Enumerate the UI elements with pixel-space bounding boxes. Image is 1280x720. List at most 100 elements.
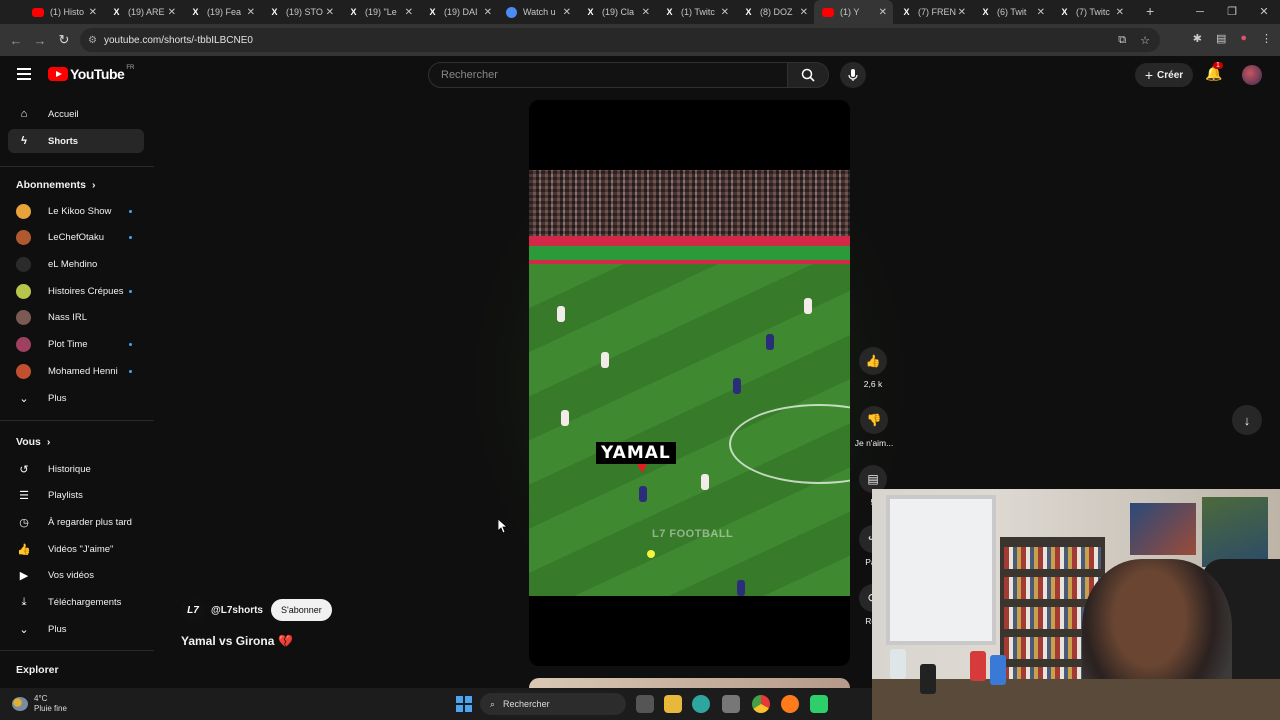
subscription-item[interactable]: LeChefOtaku	[8, 226, 144, 250]
account-avatar[interactable]	[1242, 65, 1262, 85]
file-explorer-icon[interactable]	[664, 695, 682, 713]
store-icon[interactable]	[722, 695, 740, 713]
broken-heart-emoji: 💔	[278, 634, 294, 648]
subscription-item[interactable]: eL Mehdino	[8, 252, 144, 276]
sidebar-you-item[interactable]: ☰ Playlists	[8, 484, 144, 508]
browser-tab[interactable]: X (19) Cla ✕	[577, 0, 656, 24]
bookmark-star-icon[interactable]: ☆	[1140, 34, 1150, 47]
sidebar-item-home[interactable]: ⌂ Accueil	[8, 102, 144, 126]
profile-icon[interactable]: ●	[1240, 32, 1247, 45]
browser-tab[interactable]: X (19) Fea ✕	[182, 0, 261, 24]
chrome-icon[interactable]	[752, 695, 770, 713]
install-app-icon[interactable]: ⧉	[1118, 34, 1126, 47]
browser-tab[interactable]: X (19) DAI ✕	[419, 0, 498, 24]
minimize-button[interactable]: ─	[1184, 0, 1216, 24]
close-tab-icon[interactable]: ✕	[247, 7, 255, 18]
browser-tab[interactable]: X (19) ARE ✕	[103, 0, 182, 24]
app-icon[interactable]	[810, 695, 828, 713]
youtube-logo[interactable]: YouTube FR	[48, 65, 134, 82]
close-tab-icon[interactable]: ✕	[1116, 7, 1124, 18]
you-title: Vous	[16, 436, 41, 448]
close-tab-icon[interactable]: ✕	[89, 7, 97, 18]
notifications-button[interactable]: 🔔 1	[1205, 62, 1223, 82]
subscription-item[interactable]: Nass IRL	[8, 306, 144, 330]
search-icon: ⌕	[490, 698, 496, 709]
you-heading[interactable]: Vous ›	[16, 436, 50, 448]
windows-start-icon[interactable]	[456, 696, 472, 712]
channel-avatar[interactable]: L7	[181, 598, 205, 622]
sidebar-you-item[interactable]: ⤓ Téléchargements	[8, 591, 144, 615]
url-field[interactable]: ⚙ youtube.com/shorts/-tbbILBCNE0 ⧉ ☆	[80, 28, 1160, 52]
task-view-icon[interactable]	[636, 695, 654, 713]
sidebar-you-item[interactable]: 👍 Vidéos "J'aime"	[8, 537, 144, 561]
player-white	[601, 352, 609, 368]
browser-tab[interactable]: X (7) Twitc ✕	[1051, 0, 1130, 24]
close-tab-icon[interactable]: ✕	[484, 7, 492, 18]
browser-tab[interactable]: X (7) FREN ✕	[893, 0, 972, 24]
channel-handle[interactable]: @L7shorts	[211, 605, 263, 616]
subscription-item[interactable]: Histoires Crépues	[8, 279, 144, 303]
subscription-item[interactable]: Mohamed Henni	[8, 359, 144, 383]
browser-tab[interactable]: X (1) Twitc ✕	[656, 0, 735, 24]
sidebar-more-subscriptions[interactable]: ⌄ Plus	[8, 386, 144, 410]
like-action[interactable]: 👍 2,6 k	[858, 347, 888, 389]
sidebar-item-shorts[interactable]: ϟ Shorts	[8, 129, 144, 153]
browser-tab[interactable]: X (19) "Le ✕	[340, 0, 419, 24]
search-button[interactable]	[787, 62, 829, 88]
ad-board	[529, 236, 850, 264]
menu-kebab-icon[interactable]: ⋮	[1261, 32, 1272, 45]
extensions-icon[interactable]: ✱	[1193, 32, 1202, 45]
tab-label: (6) Twit	[997, 7, 1027, 17]
browser-tab[interactable]: X (19) STO ✕	[261, 0, 340, 24]
taskbar-search[interactable]: ⌕ Rechercher	[480, 693, 626, 715]
close-tab-icon[interactable]: ✕	[326, 7, 334, 18]
edge-icon[interactable]	[692, 695, 710, 713]
subscribe-button[interactable]: S'abonner	[270, 599, 332, 621]
close-tab-icon[interactable]: ✕	[168, 7, 176, 18]
site-info-icon[interactable]: ⚙	[88, 35, 97, 46]
close-tab-icon[interactable]: ✕	[721, 7, 729, 18]
next-short-button[interactable]: ↓	[1232, 405, 1262, 435]
browser-tab[interactable]: Watch u ✕	[498, 0, 577, 24]
search-input[interactable]: Rechercher	[428, 62, 788, 88]
x-logo-icon: X	[192, 7, 199, 17]
channel-avatar	[16, 363, 31, 379]
close-tab-icon[interactable]: ✕	[800, 7, 808, 18]
football-pitch	[529, 264, 850, 596]
youtube-play-icon	[48, 67, 68, 81]
subscriptions-heading[interactable]: Abonnements ›	[16, 179, 96, 191]
close-window-button[interactable]: ✕	[1248, 0, 1280, 24]
tab-search-icon[interactable]: ▤	[1216, 32, 1226, 45]
sidebar-you-item[interactable]: ↺ Historique	[8, 457, 144, 481]
firefox-icon[interactable]	[781, 695, 799, 713]
webcam-poster	[1130, 503, 1196, 555]
close-tab-icon[interactable]: ✕	[1037, 7, 1045, 18]
new-content-dot	[129, 343, 132, 346]
subscription-item[interactable]: Plot Time	[8, 333, 144, 357]
close-tab-icon[interactable]: ✕	[642, 7, 650, 18]
close-tab-icon[interactable]: ✕	[879, 7, 887, 18]
browser-tab[interactable]: (1) Y ✕	[814, 0, 893, 24]
dislike-action[interactable]: 👎 Je n'aim...	[852, 406, 896, 448]
sidebar-you-item[interactable]: ▶ Vos vidéos	[8, 564, 144, 588]
close-tab-icon[interactable]: ✕	[958, 7, 966, 18]
sidebar-you-item[interactable]: ◷ À regarder plus tard	[8, 510, 144, 534]
subscription-item[interactable]: Le Kikoo Show	[8, 199, 144, 223]
browser-tab[interactable]: (1) Histo ✕	[24, 0, 103, 24]
new-tab-button[interactable]: +	[1146, 3, 1154, 19]
weather-widget[interactable]: 4°C Pluie fine	[12, 694, 67, 714]
short-video-player[interactable]: YAMAL L7 FOOTBALL	[529, 100, 850, 666]
sidebar-more-you[interactable]: ⌄ Plus	[8, 617, 144, 641]
create-button[interactable]: + Créer	[1135, 63, 1193, 87]
reload-button[interactable]: ↻	[52, 32, 76, 48]
maximize-button[interactable]: ❐	[1216, 0, 1248, 24]
close-tab-icon[interactable]: ✕	[563, 7, 571, 18]
back-button[interactable]: ←	[4, 33, 28, 48]
browser-tab[interactable]: X (8) DOZ ✕	[735, 0, 814, 24]
voice-search-button[interactable]	[840, 62, 866, 88]
x-logo-icon: X	[903, 7, 910, 17]
menu-icon[interactable]	[17, 68, 31, 80]
browser-tab[interactable]: X (6) Twit ✕	[972, 0, 1051, 24]
forward-button[interactable]: →	[28, 33, 52, 48]
close-tab-icon[interactable]: ✕	[405, 7, 413, 18]
